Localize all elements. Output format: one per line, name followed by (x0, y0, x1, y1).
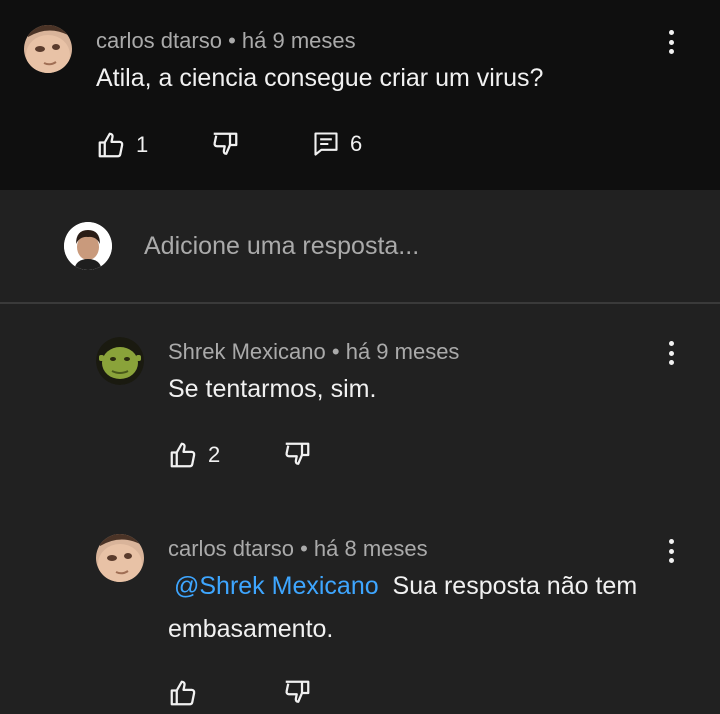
dislike-button[interactable] (282, 440, 312, 470)
comment-meta: carlos dtarso • há 8 meses (168, 536, 428, 562)
dislike-button[interactable] (210, 130, 240, 160)
like-button[interactable] (168, 678, 198, 708)
like-count: 2 (208, 442, 221, 467)
like-button[interactable]: 2 (168, 440, 220, 470)
like-button[interactable]: 1 (96, 130, 148, 160)
mention-link[interactable]: @Shrek Mexicano (174, 572, 379, 600)
dislike-button[interactable] (282, 678, 312, 708)
comment-meta: carlos dtarso • há 9 meses (96, 28, 356, 54)
comment-icon (312, 130, 340, 158)
avatar[interactable] (24, 25, 72, 73)
like-count: 1 (136, 132, 149, 157)
timestamp[interactable]: há 9 meses (242, 28, 356, 53)
thumbs-down-icon (210, 130, 240, 160)
my-avatar (64, 222, 112, 270)
top-comment: carlos dtarso • há 9 meses Atila, a cien… (0, 0, 720, 190)
more-vert-icon[interactable] (661, 27, 681, 57)
timestamp[interactable]: há 8 meses (314, 536, 428, 561)
comment-text: Se tentarmos, sim. (168, 375, 377, 403)
more-vert-icon[interactable] (661, 338, 681, 368)
reply-count-button[interactable]: 6 (312, 130, 362, 158)
author-name[interactable]: carlos dtarso (96, 28, 222, 53)
comment-meta: Shrek Mexicano • há 9 meses (168, 339, 459, 365)
comment-text: Atila, a ciencia consegue criar um virus… (96, 64, 544, 92)
reply-input[interactable]: Adicione uma resposta... (144, 232, 419, 261)
meta-separator: • (300, 536, 308, 561)
author-name[interactable]: Shrek Mexicano (168, 339, 326, 364)
thumbs-down-icon (282, 678, 312, 708)
avatar[interactable] (96, 534, 144, 582)
more-vert-icon[interactable] (661, 536, 681, 566)
thumbs-up-icon (96, 130, 126, 160)
meta-separator: • (228, 28, 236, 53)
meta-separator: • (331, 339, 340, 364)
comment-text-line-1: @Shrek Mexicano Sua resposta não tem (174, 572, 637, 601)
reply-count: 6 (350, 131, 363, 156)
avatar[interactable] (96, 337, 144, 385)
thumbs-down-icon (282, 440, 312, 470)
timestamp[interactable]: há 9 meses (346, 339, 460, 364)
thumbs-up-icon (168, 440, 198, 470)
comment-text-line-2: embasamento. (168, 615, 334, 643)
thumbs-up-icon (168, 678, 198, 708)
comment-text: Sua resposta não tem (392, 572, 638, 600)
divider (0, 302, 720, 304)
author-name[interactable]: carlos dtarso (168, 536, 294, 561)
